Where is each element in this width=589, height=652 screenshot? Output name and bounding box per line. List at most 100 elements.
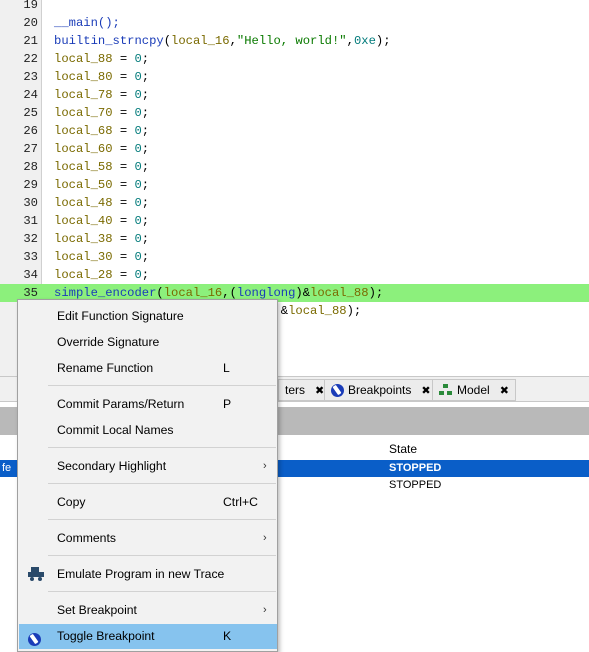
menu-item-label: Emulate Program in new Trace	[57, 567, 225, 581]
close-icon[interactable]: ✖	[421, 384, 430, 397]
code-token: ;	[141, 124, 150, 138]
code-token: local_88	[54, 52, 113, 66]
code-text: local_80 = 0;	[54, 68, 149, 86]
menu-item-set-breakpoint[interactable]: Set Breakpoint ›	[19, 598, 277, 623]
code-token: local_40	[54, 214, 113, 228]
code-token: ;	[141, 268, 150, 282]
code-token: ;	[141, 70, 150, 84]
menu-item-comments[interactable]: Comments ›	[19, 526, 277, 551]
tab-model-label: Model	[457, 383, 490, 397]
code-token: (	[156, 286, 164, 300]
code-token: ,	[346, 34, 354, 48]
line-number: 24	[23, 88, 38, 102]
code-token: 0xe	[353, 34, 376, 48]
state-column-header[interactable]: State	[389, 442, 417, 456]
code-token: ;	[141, 232, 150, 246]
code-line[interactable]: 34 local_28 = 0;	[0, 266, 589, 284]
menu-item-shortcut: K	[223, 629, 232, 643]
code-line[interactable]: 20 __main();	[0, 14, 589, 32]
menu-item-edit-function-signature[interactable]: Edit Function Signature	[19, 304, 277, 329]
code-text: local_88 = 0;	[54, 50, 149, 68]
code-token: ;	[141, 178, 150, 192]
line-number: 22	[23, 52, 38, 66]
menu-item-commit-params-return[interactable]: Commit Params/Return P	[19, 392, 277, 417]
code-token: 0	[134, 142, 142, 156]
menu-item-label: Edit Function Signature	[57, 309, 184, 323]
menu-item-commit-local-names[interactable]: Commit Local Names	[19, 418, 277, 443]
code-token: local_16	[171, 34, 230, 48]
code-line[interactable]: 23 local_80 = 0;	[0, 68, 589, 86]
code-token: 0	[134, 178, 142, 192]
code-token: local_68	[54, 124, 113, 138]
code-token: =	[112, 268, 135, 282]
code-token: ;	[141, 160, 150, 174]
code-token: builtin_strncpy	[54, 34, 164, 48]
code-line[interactable]: 31 local_40 = 0;	[0, 212, 589, 230]
code-line[interactable]: 26 local_68 = 0;	[0, 122, 589, 140]
code-token: 0	[134, 106, 142, 120]
code-token: local_70	[54, 106, 113, 120]
code-token: "Hello, world!"	[236, 34, 347, 48]
code-line[interactable]: 28 local_58 = 0;	[0, 158, 589, 176]
code-token: (	[163, 34, 172, 48]
code-token: local_16	[163, 286, 223, 300]
code-token: =	[112, 88, 135, 102]
code-line[interactable]: 30 local_48 = 0;	[0, 194, 589, 212]
code-token: ;	[141, 250, 150, 264]
code-token: =	[112, 232, 135, 246]
code-text: builtin_strncpy(local_16,"Hello, world!"…	[54, 32, 391, 50]
menu-item-rename-function[interactable]: Rename Function L	[19, 356, 277, 381]
menu-separator	[48, 519, 276, 520]
code-text: local_58 = 0;	[54, 158, 149, 176]
menu-item-emulate-program[interactable]: Emulate Program in new Trace	[19, 562, 277, 587]
code-line[interactable]: 32 local_38 = 0;	[0, 230, 589, 248]
code-token: local_88	[288, 304, 347, 318]
line-number: 27	[23, 142, 38, 156]
code-token: ;	[141, 106, 150, 120]
line-number: 19	[23, 0, 38, 12]
code-token: 0	[134, 250, 142, 264]
state-cell: STOPPED	[389, 479, 442, 491]
code-token: local_78	[54, 88, 113, 102]
code-line[interactable]: 24 local_78 = 0;	[0, 86, 589, 104]
code-token: ,(	[222, 286, 237, 300]
menu-item-label: Comments	[57, 531, 116, 545]
chevron-right-icon: ›	[263, 460, 267, 472]
code-token: simple_encoder	[54, 286, 157, 300]
code-token: ;	[141, 88, 150, 102]
code-token: local_48	[54, 196, 113, 210]
code-token: local_60	[54, 142, 113, 156]
chevron-right-icon: ›	[263, 532, 267, 544]
menu-item-override-signature[interactable]: Override Signature	[19, 330, 277, 355]
code-token: 0	[134, 268, 142, 282]
code-token: local_88	[310, 286, 369, 300]
code-token: =	[112, 70, 135, 84]
menu-item-toggle-breakpoint[interactable]: Toggle Breakpoint K	[19, 624, 277, 649]
close-icon[interactable]: ✖	[500, 384, 509, 397]
line-number: 30	[23, 196, 38, 210]
close-icon[interactable]: ✖	[315, 384, 324, 397]
code-text: local_70 = 0;	[54, 104, 149, 122]
code-token: ,	[229, 34, 237, 48]
code-token: ;	[141, 142, 150, 156]
menu-item-label: Copy	[57, 495, 86, 509]
menu-item-secondary-highlight[interactable]: Secondary Highlight ›	[19, 454, 277, 479]
code-token: local_28	[54, 268, 113, 282]
tab-breakpoints[interactable]: Breakpoints ✖	[324, 379, 438, 401]
code-text: local_30 = 0;	[54, 248, 149, 266]
menu-item-shortcut: L	[223, 361, 230, 375]
tab-registers-label: ters	[285, 383, 306, 397]
code-line[interactable]: 27 local_60 = 0;	[0, 140, 589, 158]
code-line[interactable]: 22 local_88 = 0;	[0, 50, 589, 68]
code-line[interactable]: 29 local_50 = 0;	[0, 176, 589, 194]
tab-model[interactable]: Model ✖	[432, 379, 516, 401]
code-text: local_48 = 0;	[54, 194, 149, 212]
code-line[interactable]: 19	[0, 0, 589, 14]
code-line[interactable]: 33 local_30 = 0;	[0, 248, 589, 266]
breakpoint-icon	[28, 630, 41, 652]
menu-item-copy[interactable]: Copy Ctrl+C	[19, 490, 277, 515]
menu-item-label: Secondary Highlight	[57, 459, 167, 473]
code-line[interactable]: 25 local_70 = 0;	[0, 104, 589, 122]
menu-separator	[48, 385, 276, 386]
code-line[interactable]: 21 builtin_strncpy(local_16,"Hello, world…	[0, 32, 589, 50]
